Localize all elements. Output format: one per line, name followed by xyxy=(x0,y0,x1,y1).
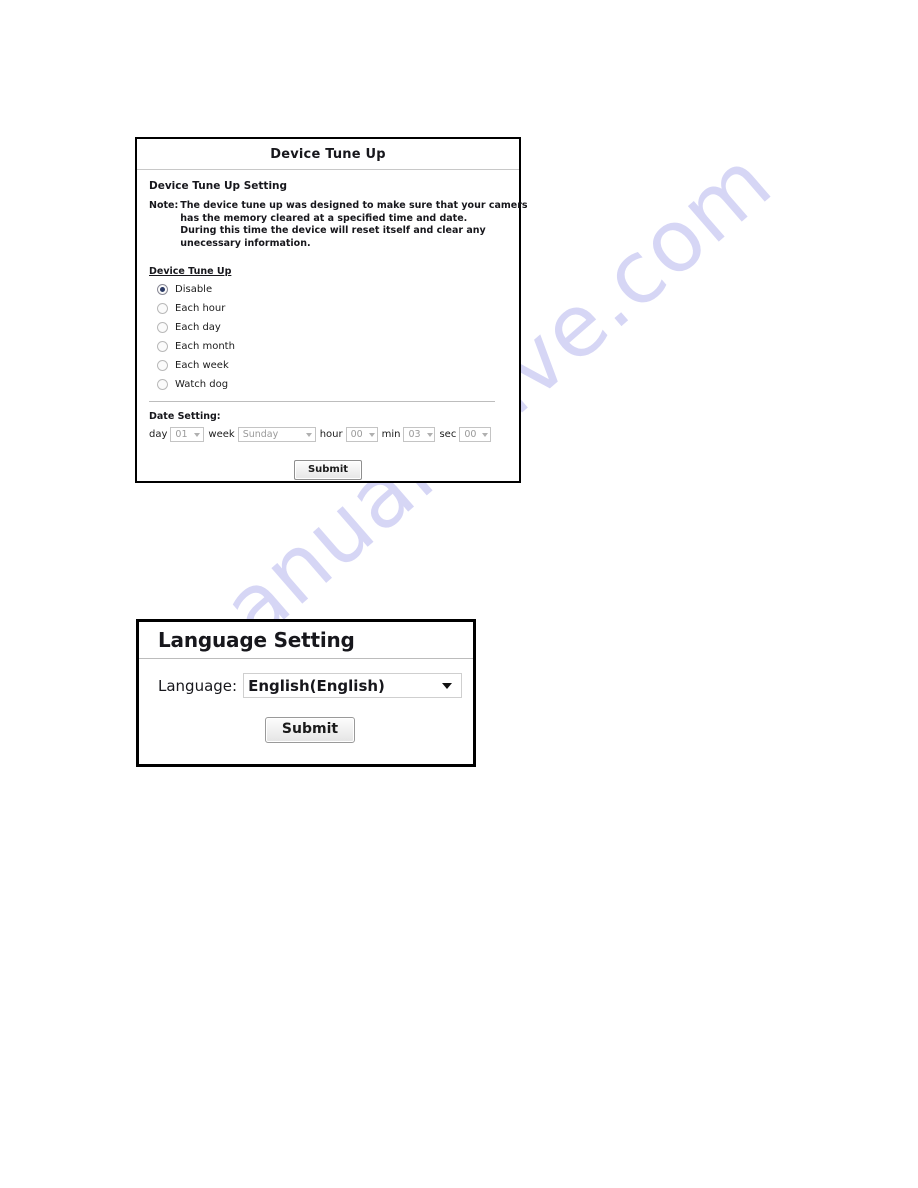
panel-title-device-tune-up: Device Tune Up xyxy=(137,139,519,170)
hour-select-value: 00 xyxy=(350,429,363,440)
day-label: day xyxy=(149,429,168,440)
min-select[interactable]: 03 xyxy=(403,427,436,442)
device-tune-up-panel: Device Tune Up Device Tune Up Setting No… xyxy=(135,137,528,483)
device-tune-up-submit-button[interactable]: Submit xyxy=(293,460,363,480)
day-select[interactable]: 01 xyxy=(170,427,205,442)
radio-option-label: Each hour xyxy=(175,302,226,314)
note-line: has the memory cleared at a specified ti… xyxy=(180,212,468,224)
radio-option-disable[interactable]: Disable xyxy=(149,280,507,299)
radio-option-label: Each day xyxy=(175,321,221,333)
radio-option-each-month[interactable]: Each month xyxy=(149,337,507,356)
chevron-down-icon xyxy=(482,432,489,437)
min-label: min xyxy=(381,429,401,440)
note-line: The device tune up was designed to make … xyxy=(180,200,528,211)
note-label: Note: xyxy=(149,200,179,211)
chevron-down-icon xyxy=(305,432,312,437)
date-setting-row: day 01 week Sunday hour 00 min 03 sec 00 xyxy=(149,427,507,442)
language-setting-panel-body: Language: English(English) Submit xyxy=(139,659,473,743)
hour-select[interactable]: 00 xyxy=(345,427,378,442)
sec-select-value: 00 xyxy=(464,429,477,440)
device-tune-up-note: Note: The device tune up was designed to… xyxy=(149,200,528,250)
chevron-down-icon xyxy=(368,432,375,437)
note-line: unecessary information. xyxy=(180,237,311,249)
radio-icon[interactable] xyxy=(157,379,168,390)
radio-icon[interactable] xyxy=(157,322,168,333)
week-select-value: Sunday xyxy=(242,429,279,440)
hour-label: hour xyxy=(319,429,343,440)
date-setting-heading: Date Setting: xyxy=(149,411,221,422)
radio-option-label: Disable xyxy=(175,283,213,295)
radio-option-label: Each week xyxy=(175,359,229,371)
radio-icon[interactable] xyxy=(157,284,168,295)
radio-option-each-hour[interactable]: Each hour xyxy=(149,299,507,318)
language-row: Language: English(English) xyxy=(158,673,462,698)
language-select[interactable]: English(English) xyxy=(243,673,462,698)
radio-option-each-week[interactable]: Each week xyxy=(149,356,507,375)
chevron-down-icon xyxy=(194,432,201,437)
panel-title-language-setting: Language Setting xyxy=(139,622,473,659)
device-tune-up-panel-body: Device Tune Up Setting Note: The device … xyxy=(137,170,528,480)
language-submit-row: Submit xyxy=(158,717,462,743)
week-label: week xyxy=(208,429,235,440)
week-select[interactable]: Sunday xyxy=(237,427,316,442)
day-select-value: 01 xyxy=(175,429,188,440)
min-select-value: 03 xyxy=(408,429,421,440)
sec-select[interactable]: 00 xyxy=(459,427,492,442)
radio-icon[interactable] xyxy=(157,303,168,314)
sec-label: sec xyxy=(439,429,457,440)
radio-option-label: Watch dog xyxy=(175,378,229,390)
radio-option-watch-dog[interactable]: Watch dog xyxy=(149,375,507,394)
radio-option-label: Each month xyxy=(175,340,235,352)
device-tune-up-group-label: Device Tune Up xyxy=(149,266,232,277)
chevron-down-icon xyxy=(426,432,433,437)
section-divider xyxy=(149,401,495,402)
radio-option-each-day[interactable]: Each day xyxy=(149,318,507,337)
radio-icon[interactable] xyxy=(157,341,168,352)
note-lines: The device tune up was designed to make … xyxy=(180,200,527,250)
radio-icon[interactable] xyxy=(157,360,168,371)
device-tune-up-section-heading: Device Tune Up Setting xyxy=(149,180,288,192)
language-label: Language: xyxy=(158,676,238,695)
language-submit-button[interactable]: Submit xyxy=(264,717,356,743)
note-line: During this time the device will reset i… xyxy=(180,225,486,236)
language-select-value: English(English) xyxy=(248,676,385,695)
chevron-down-icon xyxy=(442,682,452,689)
language-setting-panel: Language Setting Language: English(Engli… xyxy=(136,619,476,767)
device-tune-up-submit-row: Submit xyxy=(149,460,507,480)
